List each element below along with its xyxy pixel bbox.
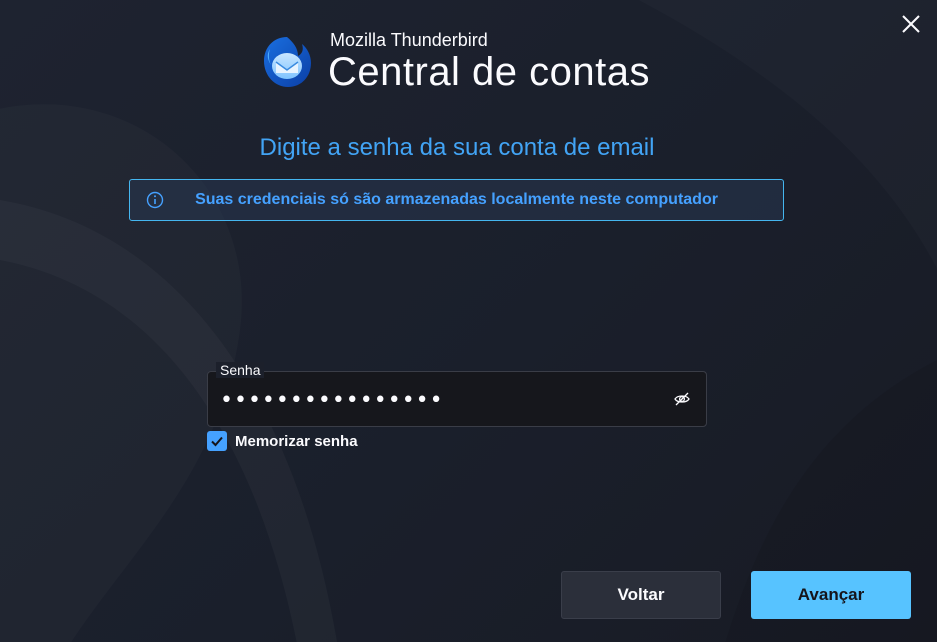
remember-password-checkbox[interactable]: Memorizar senha <box>207 431 358 451</box>
close-button[interactable] <box>897 10 925 38</box>
remember-password-label: Memorizar senha <box>235 432 358 450</box>
page-title: Central de contas <box>328 50 651 94</box>
password-field <box>207 371 707 427</box>
close-icon <box>902 15 920 33</box>
checkmark-icon <box>211 436 223 447</box>
back-button[interactable]: Voltar <box>561 571 721 619</box>
next-button[interactable]: Avançar <box>751 571 911 619</box>
background-swirl <box>725 360 937 642</box>
thunderbird-logo-icon <box>264 37 311 87</box>
credentials-notice: Suas credenciais só são armazenadas loca… <box>129 179 784 221</box>
info-icon <box>146 191 164 209</box>
notice-text: Suas credenciais só são armazenadas loca… <box>195 191 718 208</box>
checkbox-checked[interactable] <box>207 431 227 451</box>
password-heading: Digite a senha da sua conta de email <box>259 134 655 161</box>
toggle-password-visibility-button[interactable] <box>670 387 694 411</box>
eye-slash-icon <box>674 392 690 406</box>
brand-header: Mozilla Thunderbird Central de contas <box>258 30 650 94</box>
password-input[interactable] <box>208 387 670 413</box>
account-hub-dialog: Mozilla Thunderbird Central de contas Di… <box>0 0 937 642</box>
password-label: Senha <box>216 362 265 378</box>
product-name: Mozilla Thunderbird <box>330 30 488 50</box>
